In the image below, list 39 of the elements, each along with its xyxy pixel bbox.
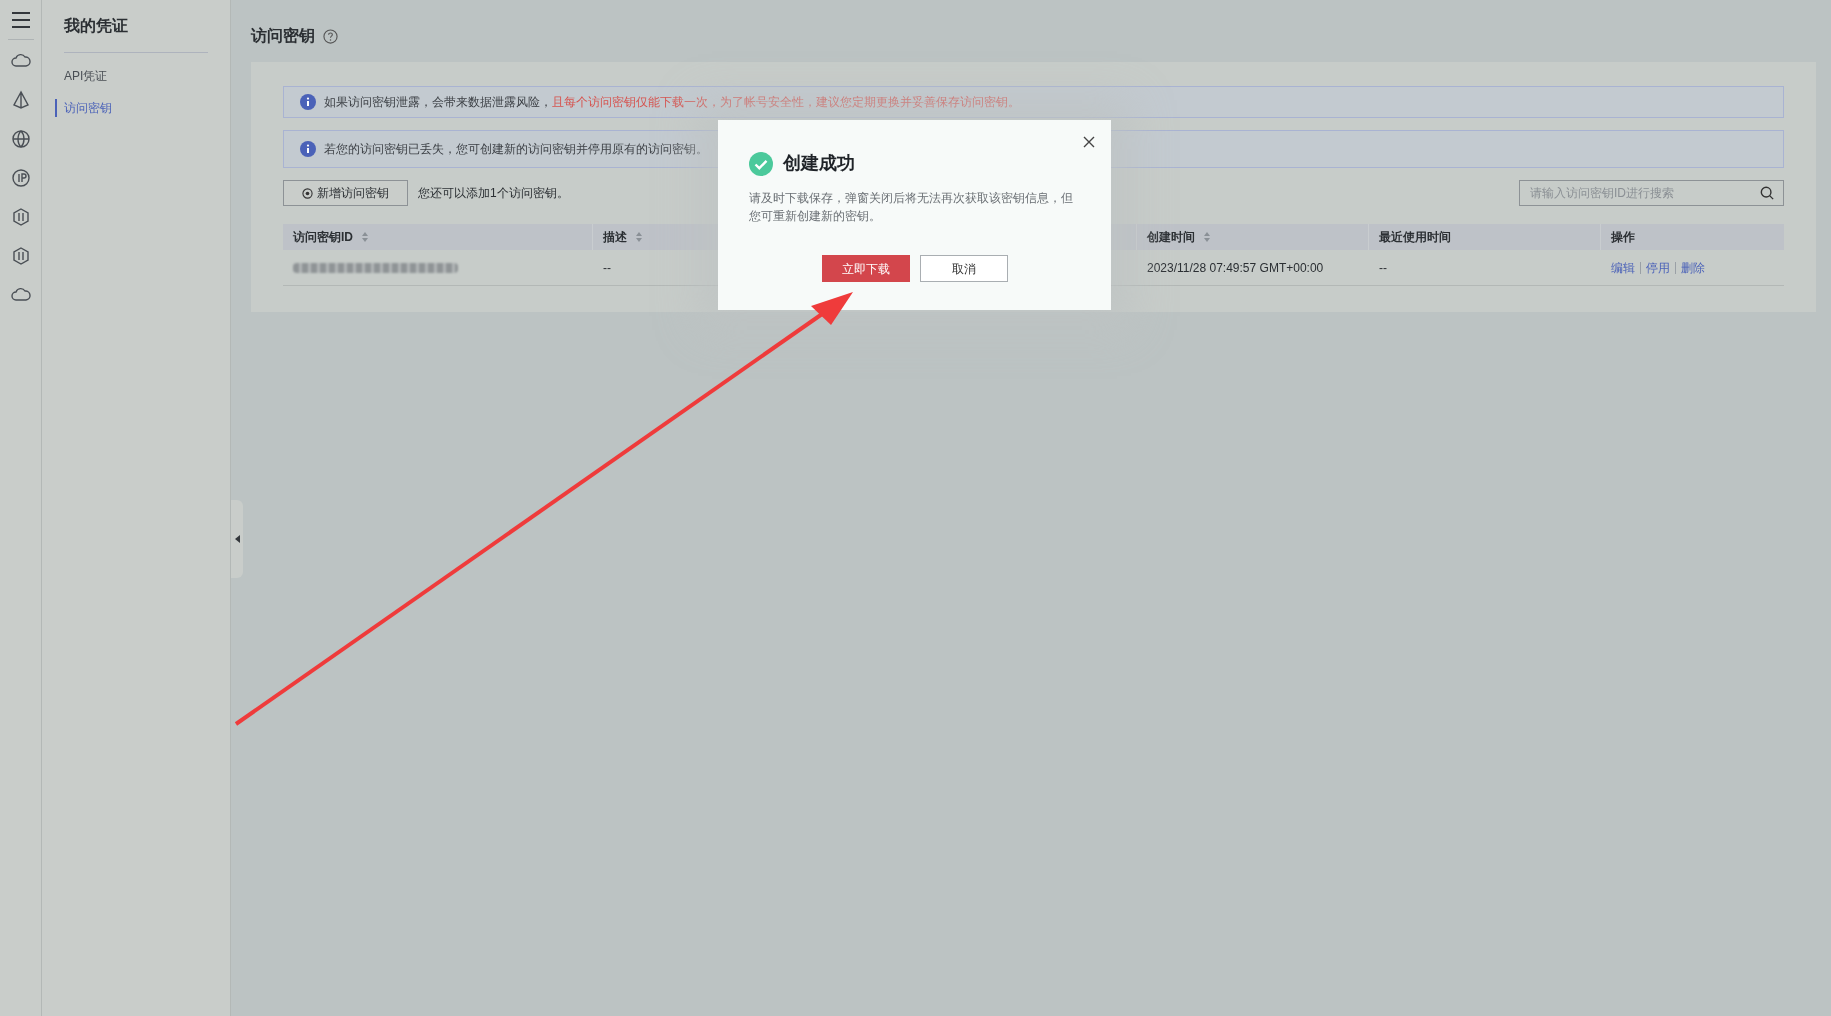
close-button[interactable] bbox=[1083, 136, 1095, 148]
collapse-handle[interactable] bbox=[231, 500, 243, 578]
caret-icon bbox=[234, 535, 240, 543]
column-header[interactable]: 创建时间 bbox=[1147, 228, 1195, 246]
dialog-message: 请及时下载保存，弹窗关闭后将无法再次获取该密钥信息，但您可重新创建新的密钥。 bbox=[749, 190, 1074, 225]
menu-icon[interactable] bbox=[10, 12, 31, 28]
column-header: 最近使用时间 bbox=[1379, 229, 1451, 246]
ip-icon[interactable] bbox=[10, 168, 31, 188]
column-header[interactable]: 访问密钥ID bbox=[293, 228, 353, 246]
help-icon[interactable] bbox=[323, 28, 338, 44]
column-header[interactable]: 描述 bbox=[603, 228, 627, 246]
table-cell-text: 2023/11/28 07:49:57 GMT+00:00 bbox=[1147, 259, 1324, 277]
info-icon bbox=[300, 141, 316, 157]
quota-hint: 您还可以添加1个访问密钥。 bbox=[418, 185, 569, 202]
action-link[interactable]: 停用 bbox=[1646, 258, 1670, 277]
column-header: 操作 bbox=[1611, 229, 1635, 246]
search-icon[interactable] bbox=[1760, 186, 1774, 200]
info-icon bbox=[300, 94, 316, 110]
hexagon-icon[interactable] bbox=[10, 207, 31, 227]
table-cell-text: -- bbox=[1379, 259, 1387, 277]
globe-icon[interactable] bbox=[10, 129, 31, 149]
cancel-button[interactable]: 取消 bbox=[919, 255, 1008, 282]
action-link[interactable]: 编辑 bbox=[1611, 258, 1635, 277]
close-icon bbox=[1083, 136, 1095, 148]
banner-text: 若您的访问密钥已丢失，您可创建新的访问密钥并停用原有的访问密钥。 bbox=[324, 141, 708, 158]
success-icon bbox=[749, 151, 773, 176]
hexagon-icon[interactable] bbox=[10, 246, 31, 266]
page-title: 访问密钥 bbox=[251, 26, 315, 46]
panel-title: 我的凭证 bbox=[64, 14, 208, 53]
add-icon bbox=[302, 187, 313, 199]
banner-text: 如果访问密钥泄露，会带来数据泄露风险，且每个访问密钥仅能下载一次，为了帐号安全性，建议您定期更换并妥善保存访问密钥。 bbox=[324, 94, 1020, 111]
nav-item[interactable]: API凭证 bbox=[55, 67, 208, 85]
add-key-button[interactable]: 新增访问密钥 bbox=[283, 180, 408, 206]
nav-item[interactable]: 访问密钥 bbox=[55, 99, 208, 117]
download-button[interactable]: 立即下载 bbox=[821, 255, 910, 282]
dialog-title: 创建成功 bbox=[783, 152, 855, 175]
pyramid-icon[interactable] bbox=[10, 90, 31, 110]
action-link[interactable]: 删除 bbox=[1681, 258, 1705, 277]
table-cell-text: -- bbox=[603, 259, 611, 277]
